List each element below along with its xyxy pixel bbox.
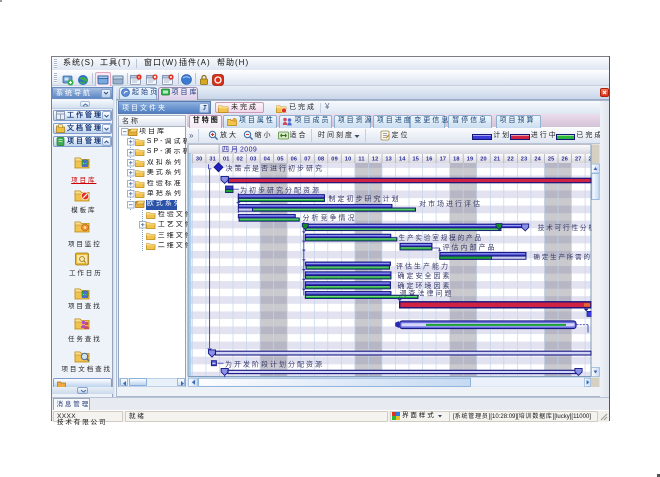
svg-text:25: 25	[548, 157, 555, 163]
svg-text:19: 19	[467, 157, 474, 163]
svg-text:分析竞争情况: 分析竞争情况	[303, 213, 357, 222]
svg-text:09: 09	[331, 157, 338, 163]
svg-text:评估生产能力: 评估生产能力	[396, 261, 450, 270]
svg-text:10: 10	[345, 157, 352, 163]
svg-text:03: 03	[250, 157, 257, 163]
svg-text:生产实验室规模的产品: 生产实验室规模的产品	[399, 233, 483, 242]
svg-text:2009: 2009	[240, 147, 257, 154]
svg-text:13: 13	[385, 157, 392, 163]
svg-text:02: 02	[236, 157, 243, 163]
svg-text:评估内部产品: 评估内部产品	[443, 243, 497, 252]
svg-text:06: 06	[291, 157, 298, 163]
svg-text:15: 15	[412, 157, 419, 163]
svg-text:04: 04	[264, 157, 271, 163]
svg-text:是否进行初步研究: 是否进行初步研究	[252, 163, 324, 172]
svg-text:制定初步研究计划: 制定初步研究计划	[329, 194, 401, 203]
svg-text:30: 30	[196, 157, 203, 163]
svg-text:决策点: 决策点	[226, 163, 253, 172]
svg-text:确定安全因素: 确定安全因素	[398, 271, 452, 280]
svg-text:31: 31	[209, 157, 216, 163]
svg-text:18: 18	[453, 157, 460, 163]
svg-text:16: 16	[426, 157, 433, 163]
svg-text:调查法律问题: 调查法律问题	[400, 288, 454, 297]
svg-text:17: 17	[440, 157, 447, 163]
svg-text:技术可行性分析: 技术可行性分析	[538, 223, 597, 232]
svg-text:07: 07	[304, 157, 311, 163]
svg-text:24: 24	[534, 157, 541, 163]
svg-text:12: 12	[372, 157, 379, 163]
svg-text:23: 23	[521, 157, 528, 163]
svg-text:20: 20	[480, 157, 487, 163]
svg-text:为开发阶段计划分配资源: 为开发阶段计划分配资源	[225, 360, 324, 369]
svg-text:确定生产所需的加工: 确定生产所需的加工	[533, 252, 600, 261]
svg-text:26: 26	[561, 157, 568, 163]
svg-text:11: 11	[358, 157, 364, 163]
svg-text:27: 27	[575, 157, 582, 163]
svg-text:01: 01	[223, 157, 230, 163]
svg-text:22: 22	[507, 157, 514, 163]
svg-text:05: 05	[277, 157, 284, 163]
svg-text:确定环境因素: 确定环境因素	[398, 281, 452, 290]
svg-text:08: 08	[318, 157, 325, 163]
svg-text:为初步研究分配资源: 为初步研究分配资源	[240, 185, 321, 194]
svg-text:对市场进行评估: 对市场进行评估	[419, 199, 482, 208]
svg-text:21: 21	[494, 157, 501, 163]
svg-text:14: 14	[399, 157, 406, 163]
svg-text:四月: 四月	[222, 146, 240, 154]
